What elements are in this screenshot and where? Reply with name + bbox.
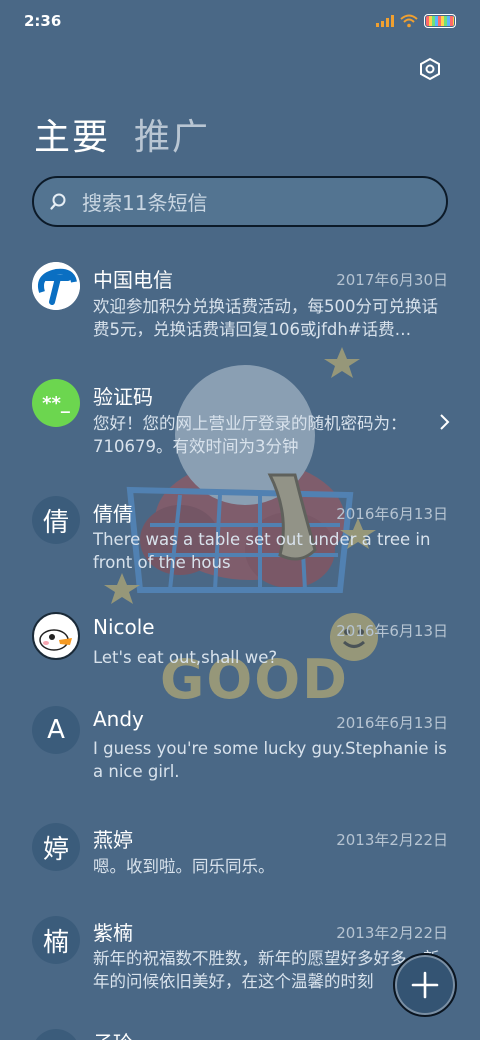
avatar-text: 倩 <box>42 507 69 538</box>
conversation-name: 子玲 <box>93 1029 133 1040</box>
settings-hexagon-icon <box>420 57 440 81</box>
tab-promotions[interactable]: 推广 <box>134 108 210 160</box>
settings-button[interactable] <box>416 55 444 83</box>
avatar: A <box>32 706 80 754</box>
battery-icon <box>424 14 456 28</box>
conversation-preview: There was a table set out under a tree i… <box>93 530 431 572</box>
tab-bar: 主要 推广 <box>34 108 210 160</box>
search-icon <box>50 193 66 210</box>
conversation-date: 2013年2月22日 <box>336 831 448 849</box>
conversation-preview: 嗯。收到啦。同乐同乐。 <box>93 857 275 876</box>
search-placeholder: 搜索11条短信 <box>82 191 208 215</box>
tab-primary[interactable]: 主要 <box>34 108 110 160</box>
signal-icon <box>376 15 394 27</box>
conversation-date: 2016年6月13日 <box>336 714 448 732</box>
conversation-item[interactable]: **_ 验证码 您好！您的网上营业厅登录的随机密码为：710679。有效时间为3… <box>0 377 480 487</box>
avatar-text: **_ <box>42 392 70 414</box>
avatar-text: 婷 <box>42 834 69 865</box>
conversation-item[interactable]: A Andy 2016年6月13日 I guess you're some lu… <box>0 705 480 815</box>
conversation-name: 中国电信 <box>93 268 173 292</box>
conversation-name: Nicole <box>93 615 155 639</box>
conversation-item[interactable]: 子玲 <box>0 1029 480 1040</box>
conversation-name: 验证码 <box>93 385 153 409</box>
search-input[interactable]: 搜索11条短信 <box>32 176 448 227</box>
conversation-item[interactable]: 中国电信 2017年6月30日 欢迎参加积分兑换话费活动，每500分可兑换话费5… <box>0 260 480 370</box>
china-telecom-logo <box>32 262 80 310</box>
avatar: **_ <box>32 379 80 427</box>
conversation-date: 2017年6月30日 <box>336 271 448 289</box>
conversation-preview: 欢迎参加积分兑换话费活动，每500分可兑换话费5元，兑换话费请回复106或jfd… <box>93 297 438 339</box>
conversation-preview: 您好！您的网上营业厅登录的随机密码为：710679。有效时间为3分钟 <box>93 414 407 456</box>
avatar-text: 楠 <box>42 927 69 958</box>
avatar-text: A <box>47 715 65 745</box>
avatar <box>32 1029 80 1040</box>
conversation-date: 2016年6月13日 <box>336 505 448 523</box>
conversation-item[interactable]: 倩 倩倩 2016年6月13日 There was a table set ou… <box>0 495 480 605</box>
plus-icon <box>411 971 439 999</box>
conversation-name: 紫楠 <box>93 921 133 945</box>
conversation-name: Andy <box>93 707 144 731</box>
status-bar: 2:36 <box>0 0 480 42</box>
duck-avatar <box>32 612 80 660</box>
avatar: 婷 <box>32 823 80 871</box>
conversation-preview: Let's eat out,shall we? <box>93 648 278 667</box>
status-icons <box>376 14 456 28</box>
conversation-name: 倩倩 <box>93 502 133 526</box>
avatar: 倩 <box>32 496 80 544</box>
conversation-date: 2016年6月13日 <box>336 622 448 640</box>
conversation-name: 燕婷 <box>93 828 133 852</box>
conversation-preview: I guess you're some lucky guy.Stephanie … <box>93 739 447 781</box>
conversation-date: 2013年2月22日 <box>336 924 448 942</box>
avatar: 楠 <box>32 916 80 964</box>
chevron-right-icon[interactable] <box>438 413 450 431</box>
wifi-icon <box>400 14 418 28</box>
status-time: 2:36 <box>24 12 62 30</box>
new-message-button[interactable] <box>393 953 457 1017</box>
